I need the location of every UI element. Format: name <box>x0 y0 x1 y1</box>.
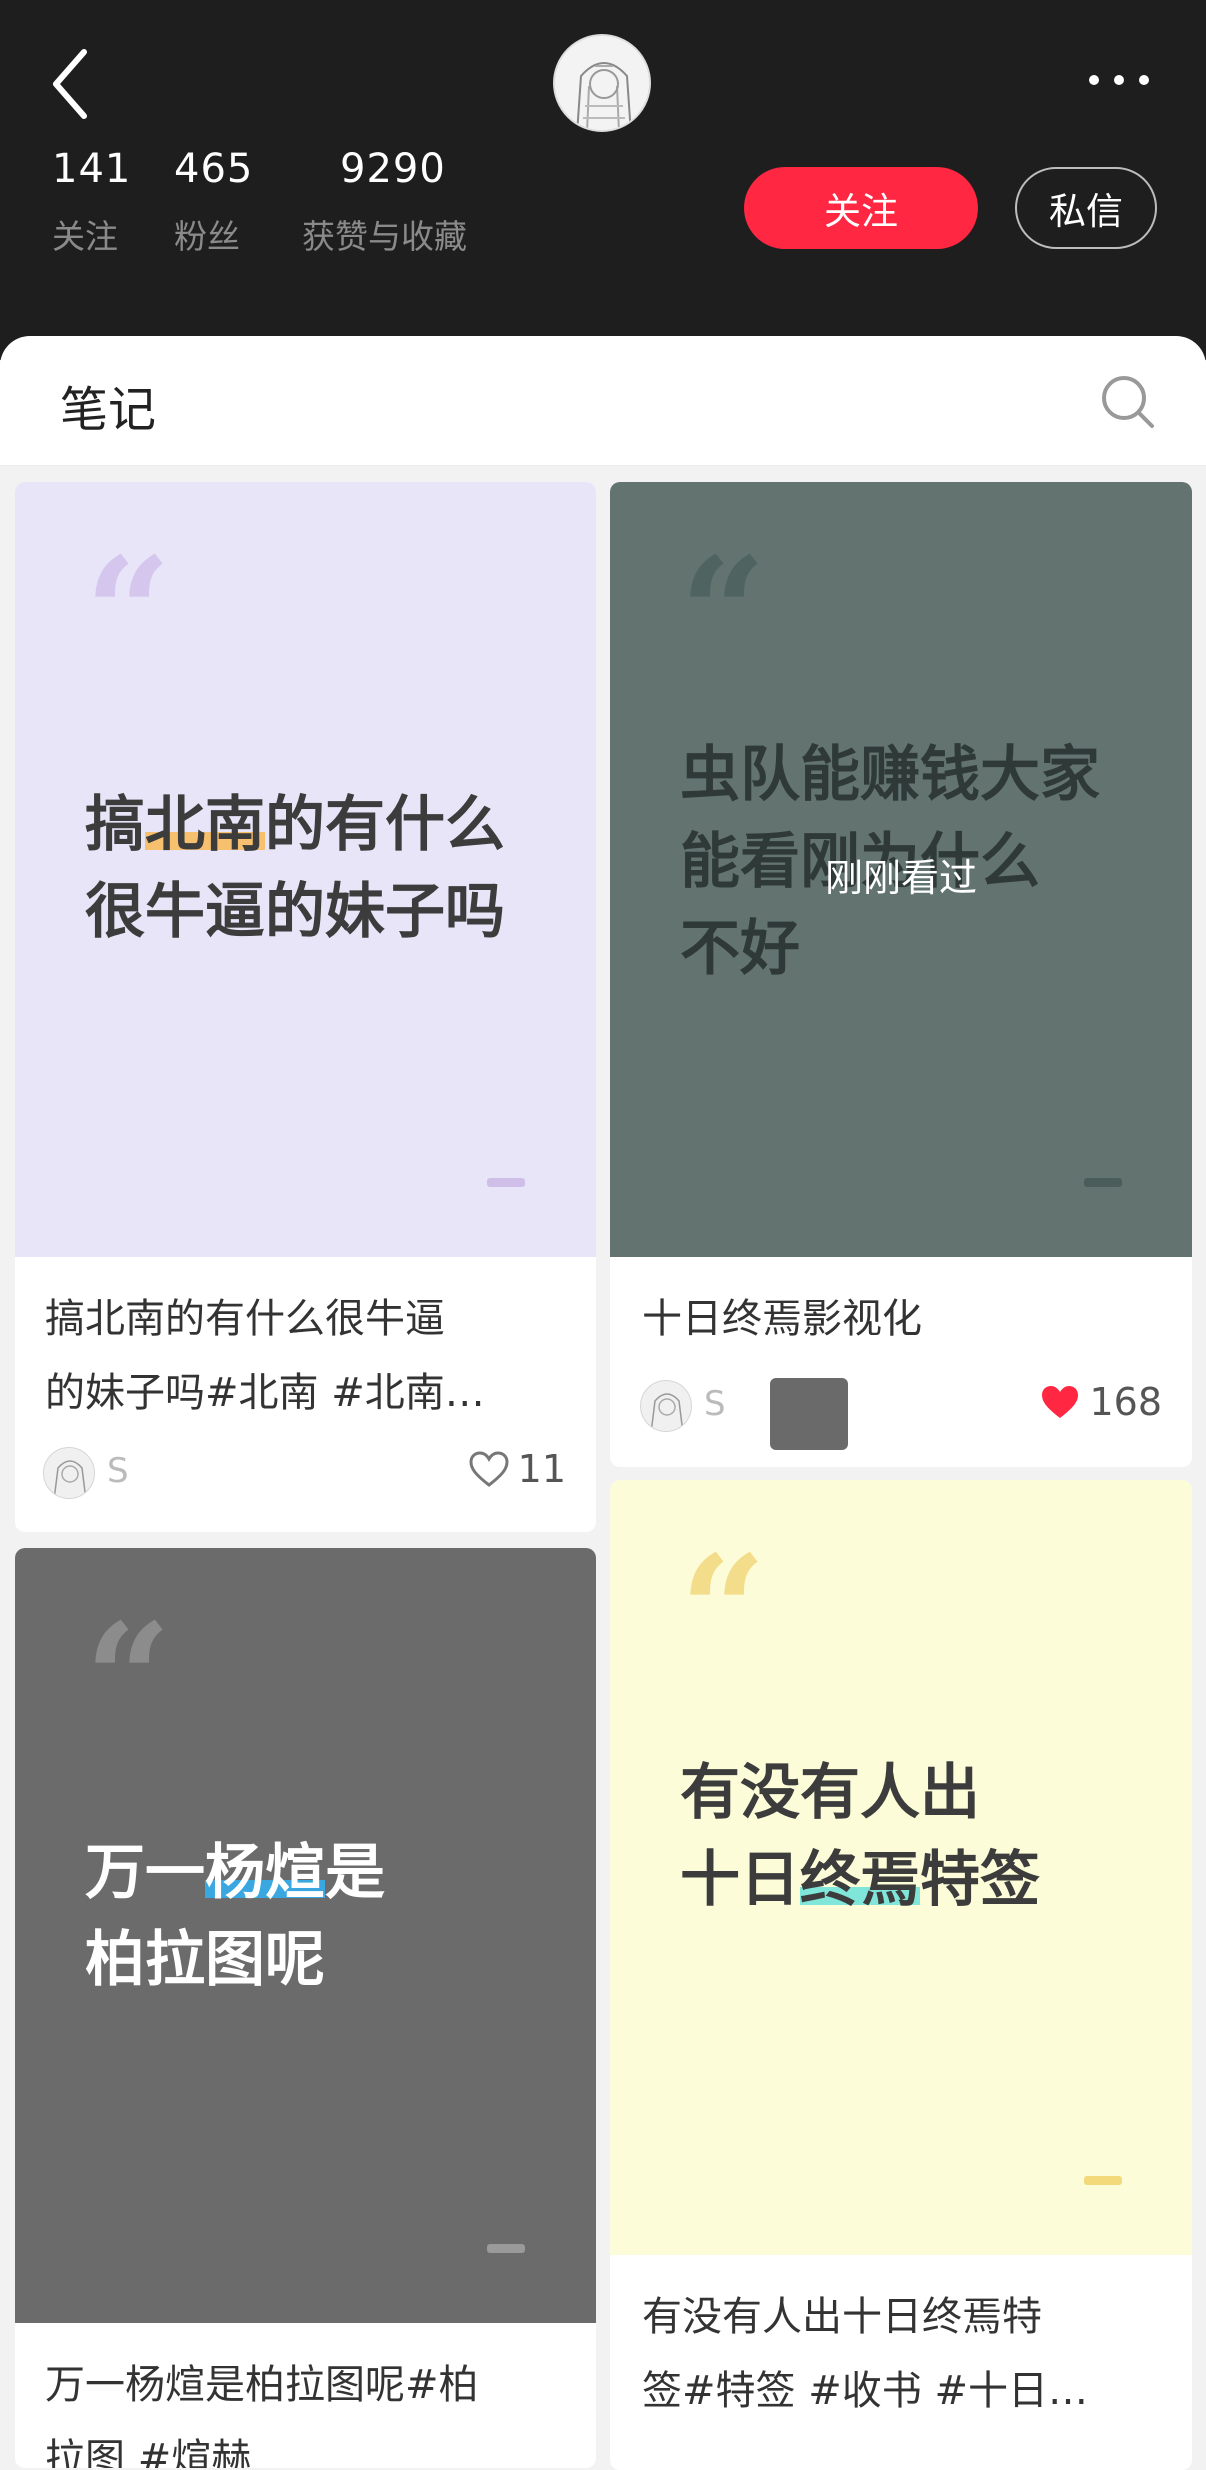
cover-highlight: 杨煊 <box>205 1838 325 1908</box>
note-cover[interactable]: “ 万一杨煊是 柏拉图呢 <box>15 1548 596 2323</box>
cover-line: 不好 <box>680 914 800 984</box>
cover-line: 虫队能赚钱大家 <box>680 740 1100 810</box>
cover-dash <box>1084 1178 1122 1187</box>
quote-icon: “ <box>680 525 767 701</box>
cover-dash <box>487 1178 525 1187</box>
cover-line: 搞北南的有什么 <box>85 790 505 860</box>
stat-followers-value: 465 <box>174 146 254 192</box>
recently-viewed-label: 刚刚看过 <box>824 856 977 900</box>
author-name[interactable]: S <box>107 1451 129 1491</box>
like-count: 168 <box>1089 1380 1162 1424</box>
note-card[interactable]: “ 万一杨煊是 柏拉图呢 万一杨煊是柏拉图呢#柏 拉图 #煊赫 <box>15 1548 596 2468</box>
quote-icon: “ <box>85 1591 172 1767</box>
author-avatar[interactable] <box>640 1380 692 1432</box>
search-icon[interactable] <box>1098 372 1158 432</box>
quote-icon: “ <box>85 525 172 701</box>
notes-tabbar: 笔记 <box>0 336 1206 466</box>
cover-line: 很牛逼的妹子吗 <box>85 877 505 947</box>
cover-line: 万一杨煊是 <box>85 1838 385 1908</box>
note-cover-text: 万一杨煊是 柏拉图呢 <box>85 1830 385 2004</box>
message-button[interactable]: 私信 <box>1015 167 1157 249</box>
follow-button[interactable]: 关注 <box>744 167 978 249</box>
author-name[interactable]: S <box>704 1384 726 1424</box>
stat-following[interactable]: 141 关注 <box>52 146 131 258</box>
stat-followers[interactable]: 465 粉丝 <box>174 146 253 258</box>
tab-notes[interactable]: 笔记 <box>60 370 156 440</box>
caption-line: 搞北南的有什么很牛逼 <box>45 1296 445 1342</box>
avatar[interactable] <box>553 34 651 132</box>
note-caption[interactable]: 有没有人出十日终焉特 签#特签 #收书 #十日… <box>642 2280 1088 2428</box>
cover-line: 柏拉图呢 <box>85 1925 325 1995</box>
cover-line: 十日终焉特签 <box>680 1845 1040 1915</box>
stat-followers-label: 粉丝 <box>174 217 240 256</box>
note-card[interactable]: “ 虫队能赚钱大家 能看刚为什么 不好 刚刚看过 十日终焉影视化 S 168 <box>610 482 1192 1467</box>
note-caption[interactable]: 搞北南的有什么很牛逼 的妹子吗#北南 #北南… <box>45 1282 485 1430</box>
note-cover-text: 有没有人出 十日终焉特签 <box>680 1750 1040 1924</box>
back-icon[interactable] <box>44 44 104 124</box>
caption-line: 拉图 #煊赫 <box>45 2436 252 2468</box>
caption-line: 的妹子吗#北南 #北南… <box>45 1370 485 1416</box>
note-card[interactable]: “ 搞北南的有什么 很牛逼的妹子吗 搞北南的有什么很牛逼 的妹子吗#北南 #北南… <box>15 482 596 1532</box>
note-cover[interactable]: “ 虫队能赚钱大家 能看刚为什么 不好 刚刚看过 <box>610 482 1192 1257</box>
heart-filled-icon <box>1042 1386 1079 1418</box>
note-caption[interactable]: 十日终焉影视化 <box>642 1282 922 1356</box>
stat-likes-collects-label: 获赞与收藏 <box>302 217 467 256</box>
stat-likes-collects-value: 9290 <box>340 146 446 192</box>
author-avatar[interactable] <box>43 1447 95 1499</box>
note-cover[interactable]: “ 搞北南的有什么 很牛逼的妹子吗 <box>15 482 596 1257</box>
stat-following-value: 141 <box>52 146 132 192</box>
caption-line: 有没有人出十日终焉特 <box>642 2294 1042 2340</box>
cover-dash <box>487 2244 525 2253</box>
caption-line: 十日终焉影视化 <box>642 1296 922 1342</box>
cover-highlight: 终焉 <box>800 1845 920 1915</box>
stat-likes-collects[interactable]: 9290 获赞与收藏 <box>302 146 467 258</box>
note-card[interactable]: “ 有没有人出 十日终焉特签 有没有人出十日终焉特 签#特签 #收书 #十日… <box>610 1480 1192 2470</box>
like-button[interactable]: 168 <box>1039 1380 1162 1424</box>
note-cover-text: 搞北南的有什么 很牛逼的妹子吗 <box>85 782 505 956</box>
stat-following-label: 关注 <box>52 217 118 256</box>
cover-dash <box>1084 2176 1122 2185</box>
like-button[interactable]: 11 <box>468 1447 566 1491</box>
quote-icon: “ <box>680 1523 767 1699</box>
profile-header: 141 关注 465 粉丝 9290 获赞与收藏 关注 私信 <box>0 0 1206 360</box>
caption-line: 签#特签 #收书 #十日… <box>642 2368 1088 2414</box>
more-icon[interactable] <box>1086 70 1152 90</box>
note-caption[interactable]: 万一杨煊是柏拉图呢#柏 拉图 #煊赫 <box>45 2348 479 2468</box>
author-name-blur <box>770 1378 848 1450</box>
like-count: 11 <box>517 1447 566 1491</box>
heart-outline-icon <box>469 1451 509 1487</box>
note-cover[interactable]: “ 有没有人出 十日终焉特签 <box>610 1480 1192 2255</box>
cover-highlight: 北南 <box>145 790 265 860</box>
caption-line: 万一杨煊是柏拉图呢#柏 <box>45 2362 479 2408</box>
cover-line: 有没有人出 <box>680 1758 980 1828</box>
